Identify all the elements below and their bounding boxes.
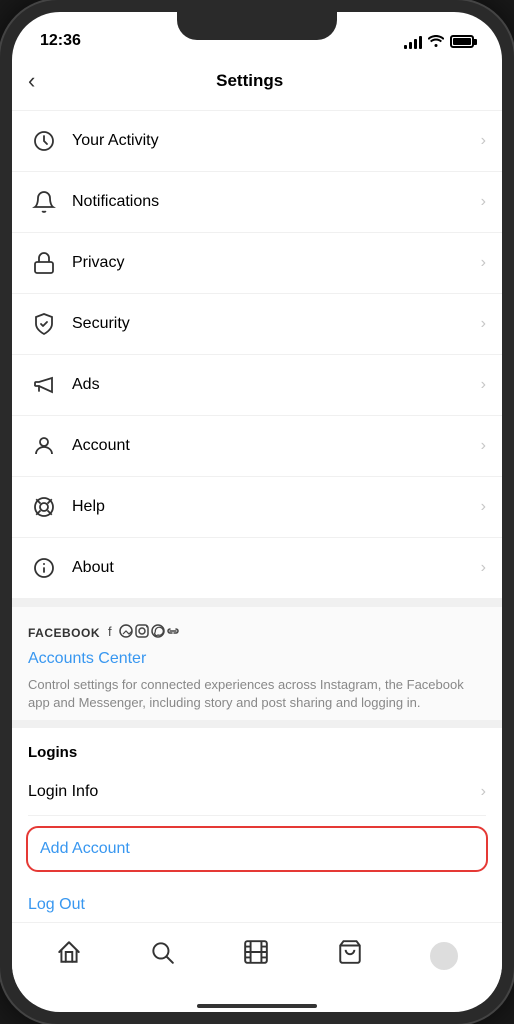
chevron-right-icon: › <box>481 437 486 455</box>
accounts-center-link[interactable]: Accounts Center <box>28 650 486 668</box>
profile-avatar <box>430 942 458 970</box>
settings-item-label-security: Security <box>72 315 481 333</box>
chevron-right-icon: › <box>481 315 486 333</box>
facebook-description: Control settings for connected experienc… <box>28 676 486 712</box>
search-icon <box>149 939 175 972</box>
person-icon <box>28 430 60 462</box>
log-out-item[interactable]: Log Out <box>28 882 486 922</box>
add-account-button[interactable]: Add Account <box>26 826 488 872</box>
settings-item-privacy[interactable]: Privacy › <box>12 233 502 294</box>
chevron-right-icon: › <box>481 498 486 516</box>
settings-item-security[interactable]: Security › <box>12 294 502 355</box>
facebook-header: FACEBOOK f <box>28 623 486 642</box>
back-button[interactable]: ‹ <box>28 64 43 98</box>
chevron-right-icon: › <box>481 559 486 577</box>
wifi-icon <box>428 33 444 50</box>
settings-item-help[interactable]: Help › <box>12 477 502 538</box>
settings-item-label-account: Account <box>72 437 481 455</box>
svg-text:f: f <box>108 624 114 639</box>
nav-profile[interactable] <box>422 934 466 978</box>
settings-item-label-ads: Ads <box>72 376 481 394</box>
chevron-right-icon: › <box>481 254 486 272</box>
status-icons <box>404 33 474 50</box>
lock-icon <box>28 247 60 279</box>
settings-item-about[interactable]: About › <box>12 538 502 599</box>
facebook-brand-icons: f <box>108 623 188 642</box>
signal-bars-icon <box>404 35 422 49</box>
login-info-item[interactable]: Login Info › <box>28 769 486 816</box>
settings-item-ads[interactable]: Ads › <box>12 355 502 416</box>
home-bar <box>197 1004 317 1008</box>
home-indicator <box>12 1004 502 1012</box>
lifebuoy-icon <box>28 491 60 523</box>
chevron-right-icon: › <box>481 783 486 801</box>
reels-icon <box>243 939 269 972</box>
nav-reels[interactable] <box>235 931 277 980</box>
chevron-right-icon: › <box>481 132 486 150</box>
logins-title: Logins <box>28 744 486 761</box>
chevron-right-icon: › <box>481 193 486 211</box>
log-out-label: Log Out <box>28 896 85 913</box>
page-title: Settings <box>43 71 456 91</box>
nav-shop[interactable] <box>329 931 371 980</box>
activity-icon <box>28 125 60 157</box>
battery-icon <box>450 35 474 48</box>
status-time: 12:36 <box>40 32 81 50</box>
chevron-right-icon: › <box>481 376 486 394</box>
settings-content: Your Activity › Notifications › <box>12 111 502 922</box>
home-icon <box>56 939 82 972</box>
settings-item-label-about: About <box>72 559 481 577</box>
facebook-title: FACEBOOK <box>28 626 100 640</box>
logins-section: Logins Login Info › Add Account Log Out <box>12 720 502 922</box>
shield-icon <box>28 308 60 340</box>
settings-item-notifications[interactable]: Notifications › <box>12 172 502 233</box>
settings-header: ‹ Settings <box>12 56 502 111</box>
settings-item-label-your-activity: Your Activity <box>72 132 481 150</box>
add-account-label: Add Account <box>40 840 474 858</box>
megaphone-icon <box>28 369 60 401</box>
settings-item-label-notifications: Notifications <box>72 193 481 211</box>
bell-icon <box>28 186 60 218</box>
settings-item-label-help: Help <box>72 498 481 516</box>
login-info-label: Login Info <box>28 783 481 801</box>
add-account-wrapper: Add Account <box>28 816 486 882</box>
settings-item-your-activity[interactable]: Your Activity › <box>12 111 502 172</box>
info-icon <box>28 552 60 584</box>
settings-item-account[interactable]: Account › <box>12 416 502 477</box>
settings-item-label-privacy: Privacy <box>72 254 481 272</box>
shop-icon <box>337 939 363 972</box>
facebook-section: FACEBOOK f <box>12 599 502 720</box>
nav-search[interactable] <box>141 931 183 980</box>
nav-home[interactable] <box>48 931 90 980</box>
bottom-navigation <box>12 922 502 1004</box>
